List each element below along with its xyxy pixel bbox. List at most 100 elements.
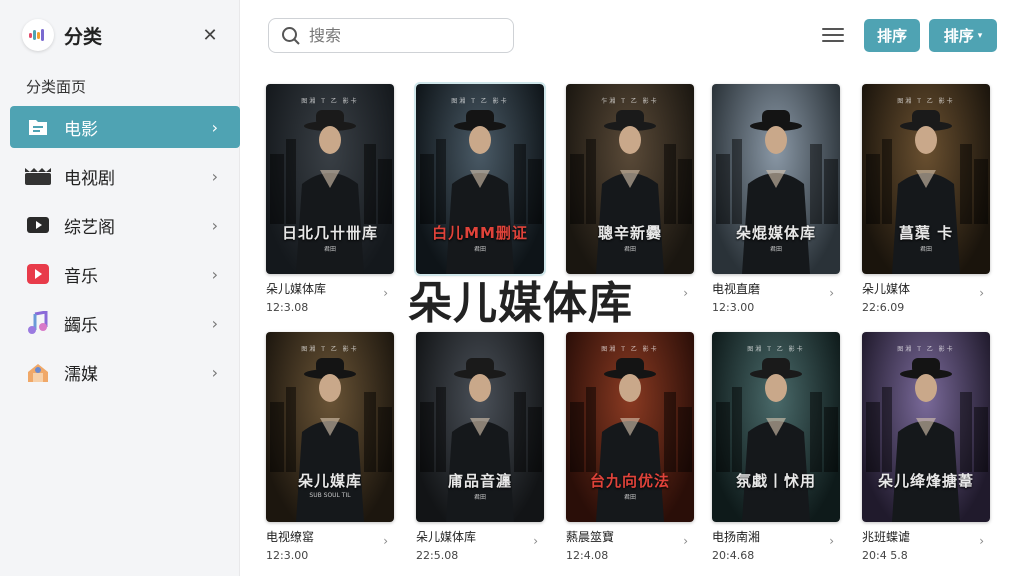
poster-title: 朵儿媒库 bbox=[297, 472, 362, 490]
media-card[interactable]: 图湘 T 乙 影卡 日北几卄卌库 君田 朵儿媒体库 12:3.08 › bbox=[266, 84, 394, 320]
media-card[interactable]: 图湘 T 乙 影卡 菖蕖 卡 君田 朵儿媒体 22:6.09 › bbox=[862, 84, 990, 320]
card-date: 22:6.09 bbox=[862, 301, 905, 314]
sidebar-item-label: 电影 bbox=[64, 119, 98, 140]
movie-folder-icon bbox=[24, 115, 52, 139]
music-note-icon bbox=[24, 311, 52, 335]
chevron-right-icon[interactable]: › bbox=[383, 534, 388, 548]
card-meta: 兆班蝶谑 20:4 5.8 › bbox=[862, 528, 990, 568]
card-meta: 电扬南湘 20:4.68 › bbox=[712, 528, 840, 568]
sort-button[interactable]: 排序 bbox=[864, 19, 920, 52]
sidebar-item-label: 音乐 bbox=[64, 266, 98, 287]
poster-image[interactable]: 乍湘 T 乙 影卡 聰辛新爨 君田 bbox=[566, 84, 694, 274]
poster-image[interactable]: 图湘 T 乙 影卡 氛戱丨怵用 bbox=[712, 332, 840, 522]
poster-title: 白儿MM删证 bbox=[432, 224, 528, 242]
chevron-right-icon: › bbox=[211, 362, 218, 382]
card-name: 朵儿媒体库 bbox=[266, 282, 327, 296]
chevron-right-icon[interactable]: › bbox=[383, 286, 388, 300]
sidebar-item-label: 濡媒 bbox=[64, 364, 98, 385]
poster-credits: 图湘 T 乙 影卡 bbox=[897, 98, 955, 105]
media-card[interactable]: 图湘 T 乙 影卡 朵儿媒库 SUB SOUL TIL 电视缭窰 12:3.00… bbox=[266, 332, 394, 568]
sort-dropdown-button[interactable]: 排序 ▾ bbox=[929, 19, 997, 52]
chevron-right-icon[interactable]: › bbox=[683, 286, 688, 300]
poster-image[interactable]: 图湘 T 乙 影卡 朵儿绛烽搪葦 bbox=[862, 332, 990, 522]
poster-title: 氛戱丨怵用 bbox=[735, 472, 816, 490]
chevron-right-icon[interactable]: › bbox=[829, 534, 834, 548]
card-date: 12:3.00 bbox=[712, 301, 755, 314]
poster-subtitle: 君田 bbox=[623, 246, 636, 253]
poster-image[interactable]: 图湘 T 乙 影卡 菖蕖 卡 君田 bbox=[862, 84, 990, 274]
sort-dropdown-label: 排序 bbox=[943, 27, 974, 45]
poster-image[interactable]: 图湘 T 乙 影卡 日北几卄卌库 君田 bbox=[266, 84, 394, 274]
sidebar-item-music[interactable]: 音乐 › bbox=[10, 253, 240, 295]
sidebar-item-tv[interactable]: 电视剧 › bbox=[10, 155, 240, 197]
sidebar-item-music-2[interactable]: 蠲乐 › bbox=[10, 302, 240, 344]
poster-image[interactable]: 图湘 T 乙 影卡 白儿MM删证 君田 bbox=[414, 82, 546, 276]
card-meta: 电视缭窰 12:3.00 › bbox=[266, 528, 394, 568]
poster-image[interactable]: 朵焜媒体库 君田 bbox=[712, 84, 840, 274]
card-name: 电视缭窰 bbox=[266, 530, 315, 544]
chevron-down-icon: ▾ bbox=[977, 30, 983, 41]
poster-credits: 图湘 T 乙 影卡 bbox=[301, 98, 359, 105]
card-date: 20:4 5.8 bbox=[862, 549, 908, 562]
card-date: 20:4.68 bbox=[712, 549, 755, 562]
poster-credits: 图湘 T 乙 影卡 bbox=[451, 98, 509, 105]
chevron-right-icon: › bbox=[211, 215, 218, 235]
search-input[interactable] bbox=[309, 26, 499, 45]
poster-title: 聰辛新爨 bbox=[597, 224, 662, 242]
chevron-right-icon: › bbox=[211, 166, 218, 186]
poster-credits: 图湘 T 乙 影卡 bbox=[301, 346, 359, 353]
poster-title: 日北几卄卌库 bbox=[281, 224, 378, 242]
card-name: 兆班蝶谑 bbox=[862, 530, 911, 544]
poster-title: 朵儿绛烽搪葦 bbox=[877, 472, 974, 490]
list-view-icon[interactable] bbox=[822, 24, 844, 46]
overlay-title: 朵儿媒体库 bbox=[408, 278, 633, 329]
media-card[interactable]: 图湘 T 乙 影卡 氛戱丨怵用 电扬南湘 20:4.68 › bbox=[712, 332, 840, 568]
poster-credits: 乍湘 T 乙 影卡 bbox=[601, 98, 659, 105]
poster-subtitle: 君田 bbox=[473, 494, 486, 501]
chevron-right-icon[interactable]: › bbox=[979, 286, 984, 300]
card-name: 朵儿媒体库 bbox=[416, 530, 477, 544]
card-name: 电扬南湘 bbox=[712, 530, 761, 544]
poster-artwork bbox=[716, 358, 838, 522]
chevron-right-icon[interactable]: › bbox=[979, 534, 984, 548]
card-date: 12:4.08 bbox=[566, 549, 609, 562]
media-card[interactable]: 朵焜媒体库 君田 电视直磨 12:3.00 › bbox=[712, 84, 840, 320]
chevron-right-icon[interactable]: › bbox=[533, 534, 538, 548]
search-box[interactable] bbox=[268, 18, 514, 53]
chevron-right-icon[interactable]: › bbox=[683, 534, 688, 548]
poster-title: 朵焜媒体库 bbox=[735, 224, 816, 242]
chevron-right-icon: › bbox=[211, 264, 218, 284]
poster-subtitle: 君田 bbox=[323, 246, 336, 253]
sidebar-item-media[interactable]: 濡媒 › bbox=[10, 351, 240, 393]
chevron-right-icon[interactable]: › bbox=[829, 286, 834, 300]
media-card[interactable]: 图湘 T 乙 影卡 朵儿绛烽搪葦 兆班蝶谑 20:4 5.8 › bbox=[862, 332, 990, 568]
poster-credits: 图湘 T 乙 影卡 bbox=[897, 346, 955, 353]
card-name: 朵儿媒体 bbox=[862, 282, 911, 296]
tv-icon bbox=[24, 164, 52, 188]
card-name: 电视直磨 bbox=[712, 282, 761, 296]
poster-title: 菖蕖 卡 bbox=[898, 224, 954, 242]
category-nav: 电影 › 电视剧 › 综艺阁 › 音乐 › 蠲乐 › 濡媒 › bbox=[10, 106, 240, 400]
poster-image[interactable]: 图湘 T 乙 影卡 朵儿媒库 SUB SOUL TIL bbox=[266, 332, 394, 522]
app-logo-icon bbox=[22, 19, 54, 51]
chevron-right-icon: › bbox=[211, 313, 218, 333]
card-meta: 朵儿媒体库 22:5.08 › bbox=[416, 528, 544, 568]
poster-image[interactable]: 庯品音瀍 君田 bbox=[416, 332, 544, 522]
poster-subtitle: 君田 bbox=[919, 246, 932, 253]
chevron-right-icon: › bbox=[211, 117, 218, 137]
card-date: 12:3.00 bbox=[266, 549, 309, 562]
sidebar-item-variety[interactable]: 综艺阁 › bbox=[10, 204, 240, 246]
poster-subtitle: 君田 bbox=[473, 246, 486, 253]
play-icon bbox=[24, 213, 52, 237]
sidebar-item-label: 电视剧 bbox=[64, 168, 115, 189]
card-name: 爇晨筮寶 bbox=[566, 530, 615, 544]
close-icon[interactable]: ✕ bbox=[199, 24, 221, 46]
sidebar-title: 分类 bbox=[64, 25, 103, 48]
music-play-icon bbox=[24, 262, 52, 286]
poster-image[interactable]: 图湘 T 乙 影卡 台九向优法 君田 bbox=[566, 332, 694, 522]
media-card[interactable]: 庯品音瀍 君田 朵儿媒体库 22:5.08 › bbox=[416, 332, 544, 568]
sidebar-item-movies[interactable]: 电影 › bbox=[10, 106, 240, 148]
poster-subtitle: SUB SOUL TIL bbox=[309, 492, 351, 499]
media-card[interactable]: 图湘 T 乙 影卡 台九向优法 君田 爇晨筮寶 12:4.08 › bbox=[566, 332, 694, 568]
card-meta: 朵儿媒体库 12:3.08 › bbox=[266, 280, 394, 320]
